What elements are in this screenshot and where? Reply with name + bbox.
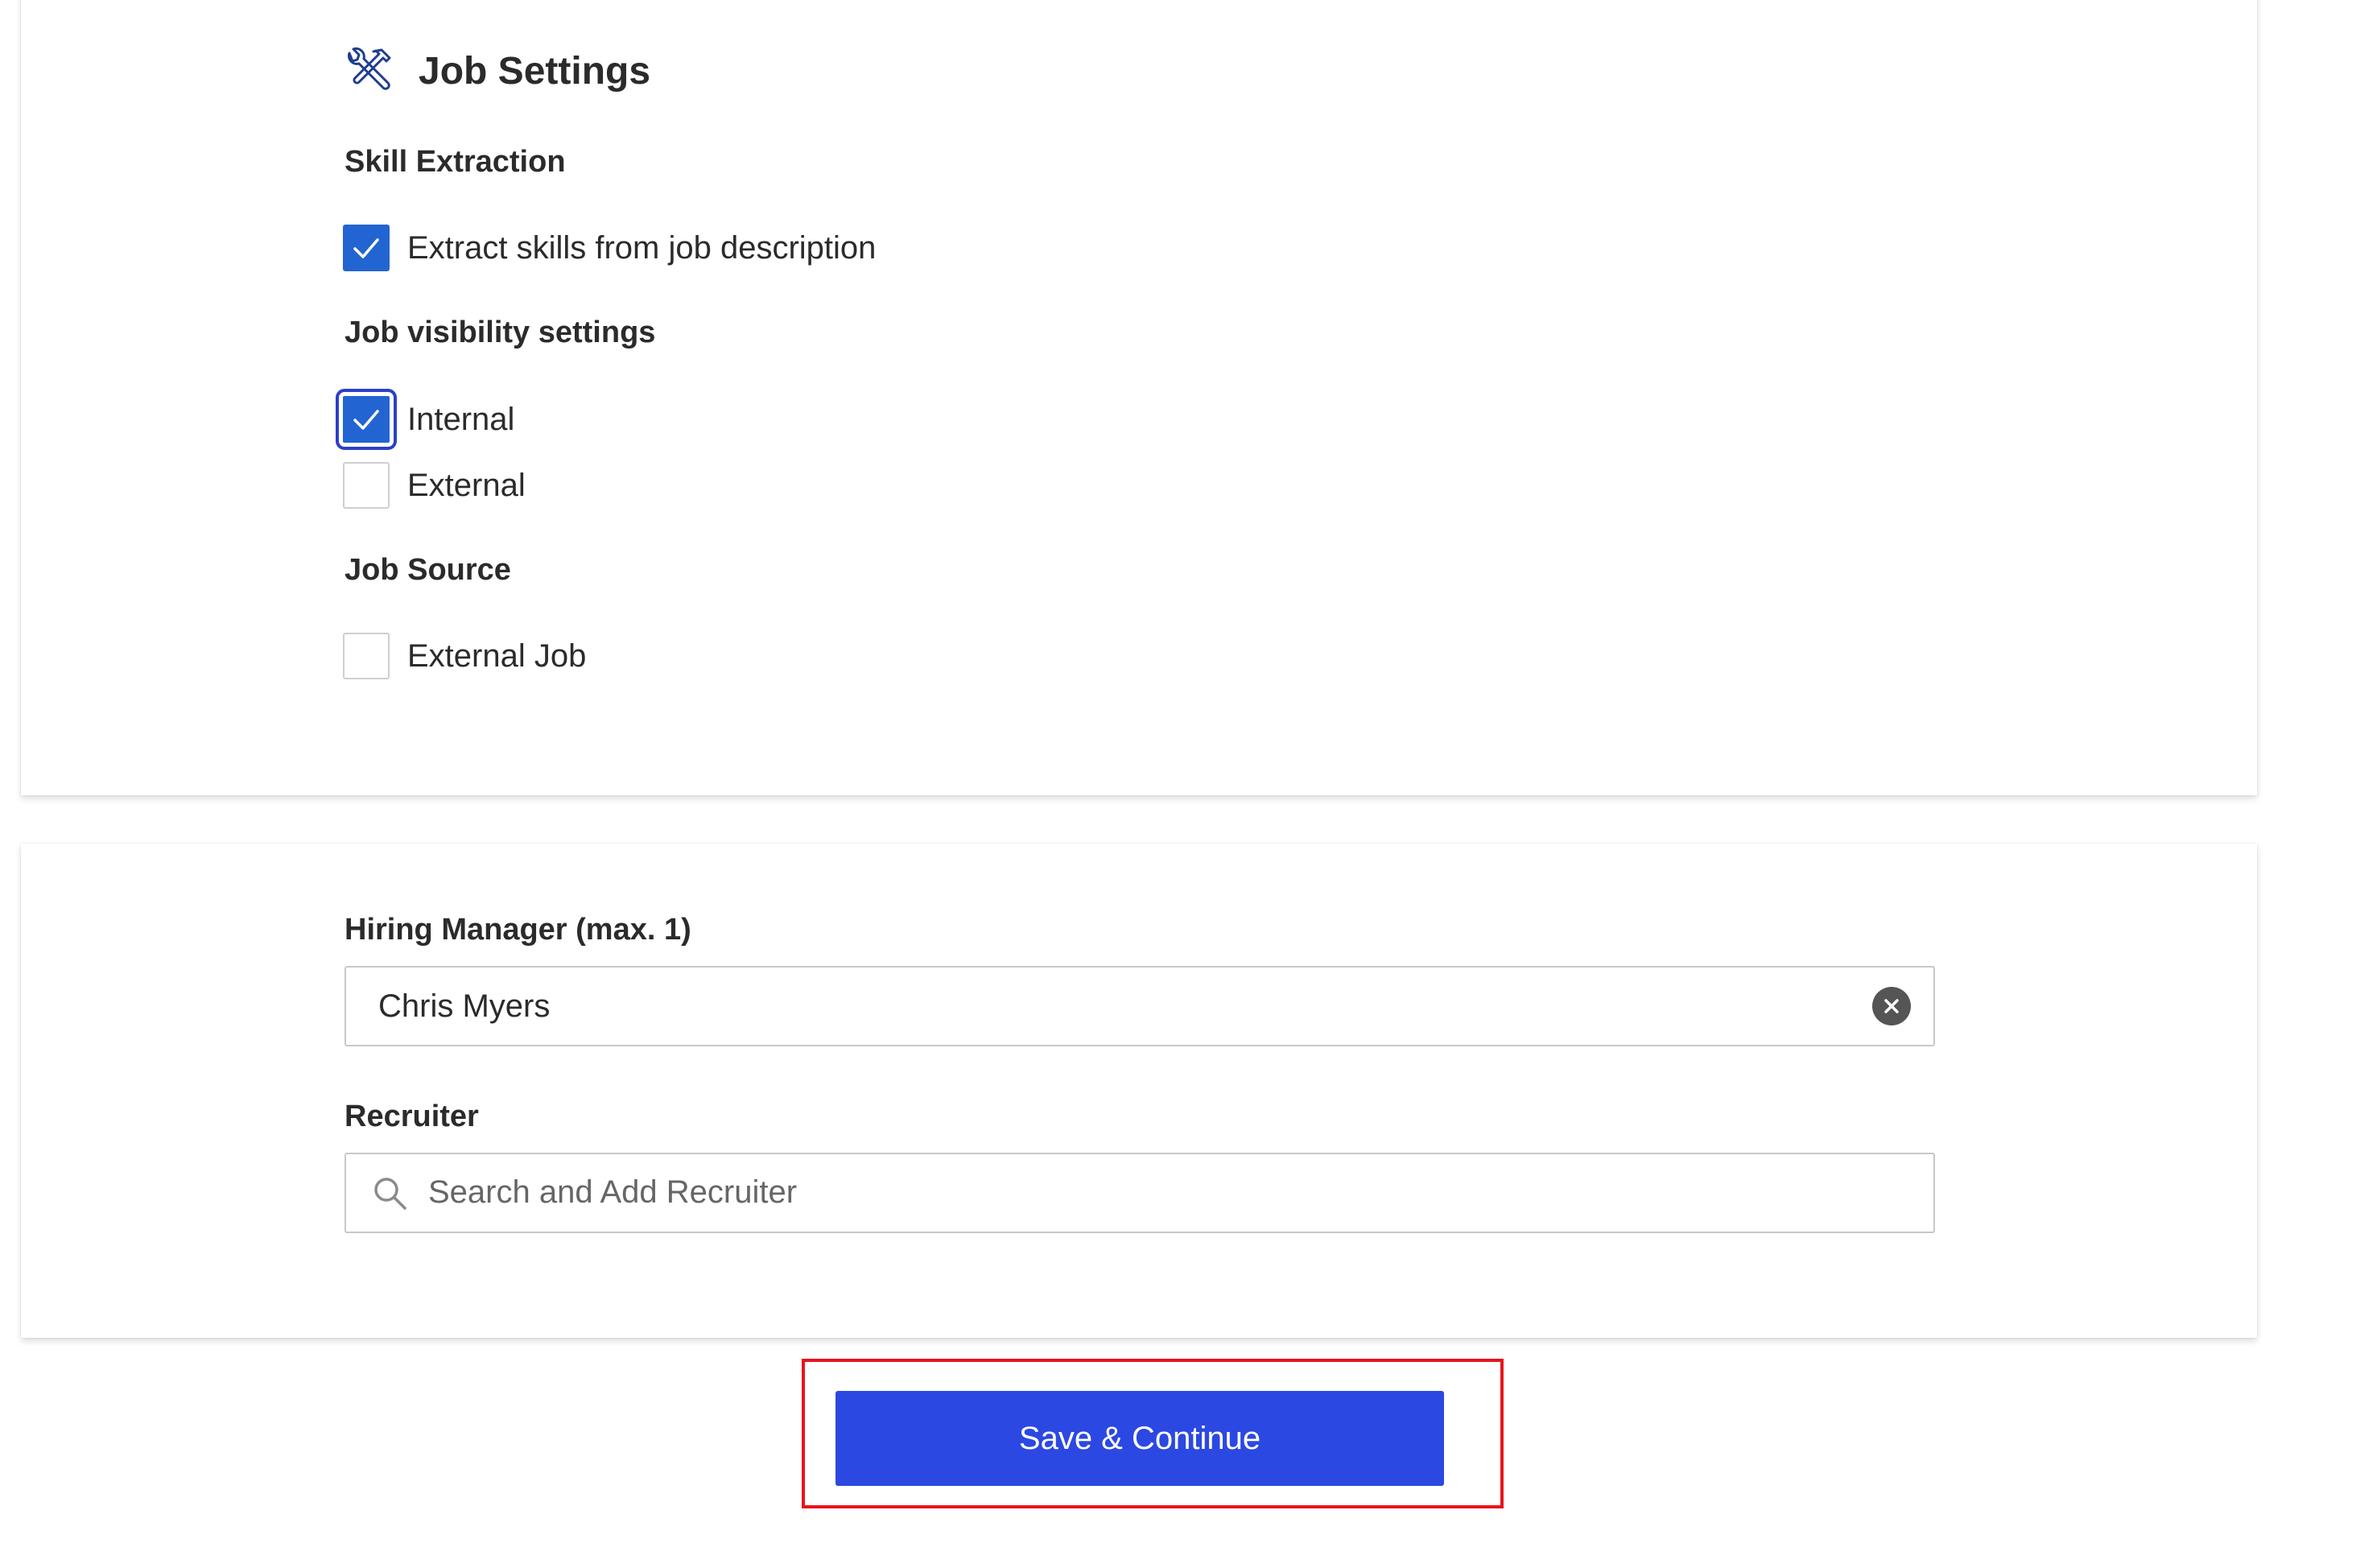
tools-icon [343,45,394,97]
save-continue-button[interactable]: Save & Continue [835,1391,1444,1486]
job-settings-card: Job Settings Skill Extraction Extract sk… [21,0,2257,795]
skill-extraction-label: Skill Extraction [345,145,566,179]
recruiter-search-input[interactable] [427,1157,1933,1229]
extract-skills-text: Extract skills from job description [407,229,877,266]
internal-checkbox[interactable] [336,389,397,450]
page-title: Job Settings [419,49,651,93]
external-job-text: External Job [407,638,587,674]
extract-skills-checkbox[interactable] [343,225,390,271]
visibility-external-option[interactable]: External [343,462,526,509]
checkmark-icon [353,238,379,258]
internal-text: Internal [407,401,515,437]
job-settings-header: Job Settings [343,45,650,97]
clear-icon[interactable] [1872,987,1911,1025]
hiring-manager-label: Hiring Manager (max. 1) [345,913,691,947]
external-text: External [407,467,526,503]
recruiter-field[interactable] [345,1153,1935,1233]
visibility-internal-option[interactable]: Internal [336,389,515,450]
people-card: Hiring Manager (max. 1) Chris Myers Recr… [21,844,2257,1338]
hiring-manager-field[interactable]: Chris Myers [345,966,1935,1046]
checkmark-icon [353,410,379,430]
recruiter-label: Recruiter [345,1100,479,1133]
external-job-option[interactable]: External Job [343,633,586,679]
job-source-label: Job Source [345,553,511,587]
hiring-manager-value: Chris Myers [378,988,551,1024]
external-job-checkbox[interactable] [343,633,390,679]
job-visibility-label: Job visibility settings [345,316,656,349]
external-checkbox[interactable] [343,462,390,509]
search-icon [370,1174,409,1212]
extract-skills-option[interactable]: Extract skills from job description [343,225,876,271]
